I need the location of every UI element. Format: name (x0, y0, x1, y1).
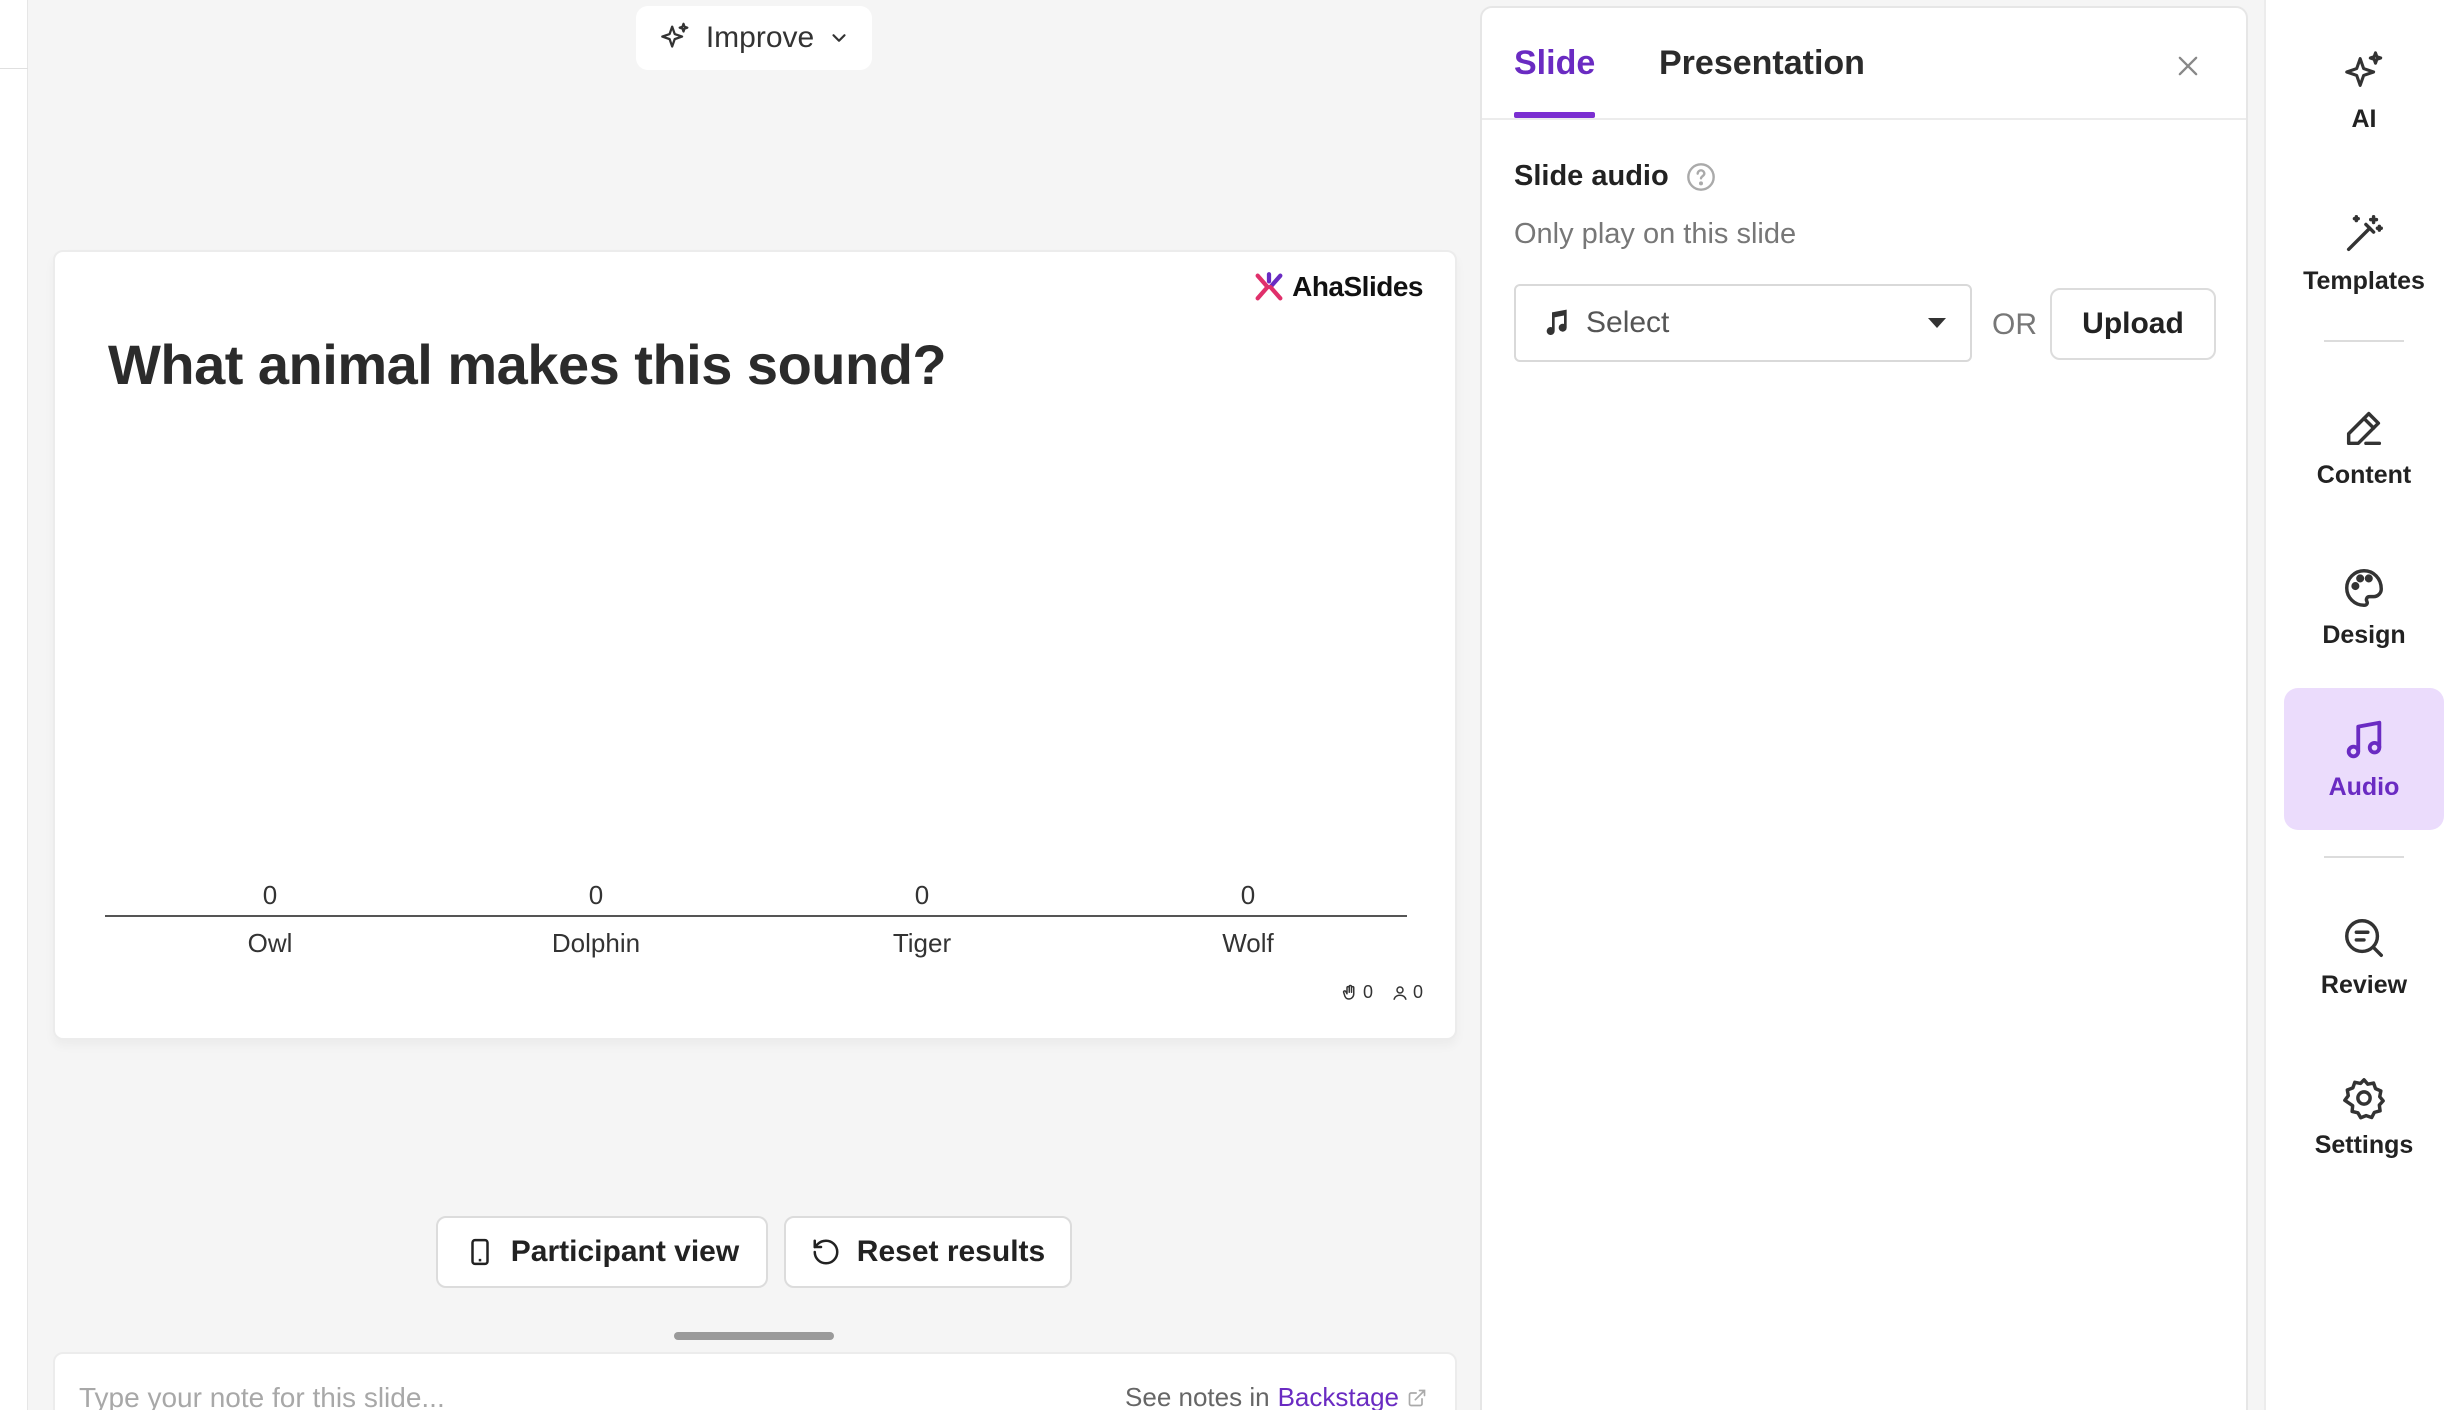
external-link-icon (1408, 1389, 1426, 1406)
close-icon[interactable] (2174, 52, 2202, 80)
improve-label: Improve (705, 21, 815, 54)
category-label: Owl (248, 928, 293, 958)
bar-value-label: 0 (1241, 880, 1255, 910)
slide-settings-panel: Slide Presentation Slide audio Only play… (1480, 6, 2248, 1410)
category-label: Wolf (1222, 928, 1274, 958)
notes-placeholder[interactable]: Type your note for this slide... (79, 1382, 445, 1410)
magic-wand-icon (2346, 214, 2383, 251)
palette-icon (2345, 568, 2383, 607)
bar-value-label: 0 (263, 880, 277, 910)
participants-count: 0 (1391, 982, 1423, 1003)
hand-icon (1342, 984, 1355, 1000)
help-icon[interactable] (1685, 161, 1717, 193)
participant-view-button[interactable]: Participant view (436, 1216, 768, 1288)
music-note-icon (2346, 720, 2382, 758)
slide-audio-subtitle: Only play on this slide (1514, 218, 1797, 250)
rail-item-settings[interactable]: Settings (2284, 1046, 2444, 1188)
backstage-link[interactable]: Backstage (1278, 1382, 1399, 1410)
caret-down-icon (1928, 318, 1946, 328)
bar-value-label: 0 (589, 880, 603, 910)
phone-icon (471, 1238, 489, 1266)
tab-presentation[interactable]: Presentation (1659, 44, 1865, 83)
see-notes: See notes in Backstage (1125, 1382, 1427, 1410)
notes-resize-handle[interactable] (674, 1332, 834, 1340)
bar-value-label: 0 (915, 880, 929, 910)
reactions-count: 0 (1341, 982, 1373, 1003)
pencil-icon (2346, 411, 2382, 445)
slide-notes-box[interactable]: Type your note for this slide... See not… (53, 1352, 1457, 1410)
audio-select-dropdown[interactable]: Select (1514, 284, 1972, 362)
rail-item-content[interactable]: Content (2284, 376, 2444, 518)
or-separator: OR (1992, 308, 2037, 341)
gear-icon (2343, 1077, 2385, 1119)
improve-button[interactable]: Improve (636, 6, 872, 70)
review-icon (2345, 918, 2383, 957)
left-edge-strip (0, 0, 28, 1410)
category-label: Dolphin (552, 928, 640, 958)
user-icon (1393, 985, 1407, 1000)
rail-divider (2324, 340, 2404, 342)
rail-item-audio[interactable]: Audio (2284, 688, 2444, 830)
reset-results-button[interactable]: Reset results (784, 1216, 1072, 1288)
category-label: Tiger (893, 928, 952, 958)
rail-item-review[interactable]: Review (2284, 886, 2444, 1028)
slide-audio-heading: Slide audio (1514, 160, 1717, 193)
audio-select-value: Select (1586, 306, 1670, 339)
rail-item-templates[interactable]: Templates (2284, 182, 2444, 324)
panel-tabs: Slide Presentation (1482, 8, 2246, 120)
sparkle-icon (660, 22, 689, 48)
tab-slide[interactable]: Slide (1514, 44, 1595, 83)
upload-audio-button[interactable]: Upload (2050, 288, 2216, 360)
slide-preview-card[interactable]: AhaSlides What animal makes this sound? … (53, 250, 1457, 1040)
chevron-down-icon (832, 34, 846, 42)
right-rail: AI Templates Content Design Audio Review… (2264, 0, 2460, 1410)
rail-item-ai[interactable]: AI (2284, 20, 2444, 162)
active-tab-indicator (1514, 112, 1595, 118)
reset-icon (813, 1239, 839, 1265)
rail-divider (2324, 856, 2404, 858)
music-note-icon (1546, 309, 1567, 336)
sparkle-icon (2345, 50, 2383, 87)
chart-footer: 0 0 (1341, 982, 1423, 1003)
rail-item-design[interactable]: Design (2284, 536, 2444, 678)
bar-chart: 0 Owl 0 Dolphin 0 Tiger 0 Wolf (105, 880, 1407, 958)
